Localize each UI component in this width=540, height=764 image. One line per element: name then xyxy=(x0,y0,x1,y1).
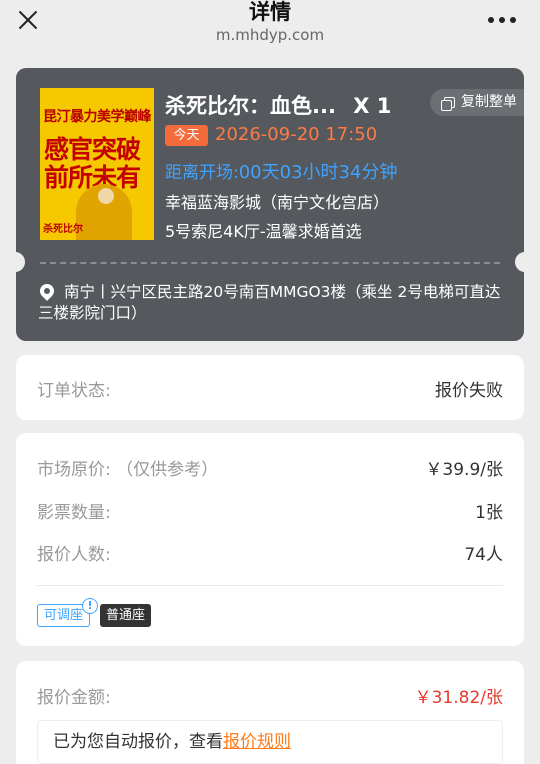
top-bar: 详情 m.mhdyp.com xyxy=(0,0,540,52)
poster-figure xyxy=(76,184,132,240)
copy-order-button[interactable]: 复制整单 xyxy=(430,89,524,116)
poster-title: 杀死比尔 xyxy=(43,224,83,235)
bidders-value: 74人 xyxy=(464,545,503,565)
ticket-notch-left xyxy=(16,252,25,272)
bidders-label: 报价人数: xyxy=(37,545,111,565)
cinema-name: 幸福蓝海影城（南宁文化宫店） xyxy=(165,193,390,212)
today-badge: 今天 xyxy=(165,125,208,146)
hall-name: 5号索尼4K厅-温馨求婚首选 xyxy=(165,222,362,241)
quote-rules-link[interactable]: 报价规则 xyxy=(223,732,291,752)
ticket-quantity: X 1 xyxy=(353,94,392,118)
order-status-value: 报价失败 xyxy=(435,381,503,401)
order-status-card: 订单状态: 报价失败 xyxy=(16,355,524,420)
quote-price-value: ￥31.82/张 xyxy=(414,688,503,708)
page-title: 详情 xyxy=(249,0,291,24)
market-price-value: ￥39.9/张 xyxy=(425,460,503,480)
quote-price-card: 报价金额: ￥31.82/张 已为您自动报价，查看报价规则 xyxy=(16,661,524,764)
movie-poster[interactable]: 昆汀暴力美学巅峰 感官突破 前所未有 杀死比尔 xyxy=(40,88,154,240)
more-options-icon[interactable] xyxy=(488,17,516,23)
ticket-card: 昆汀暴力美学巅峰 感官突破 前所未有 杀死比尔 杀死比尔：血色... X 1 复… xyxy=(16,68,524,341)
ticket-count-value: 1张 xyxy=(475,503,503,523)
info-divider xyxy=(37,585,503,586)
countdown: 距离开场:00天03小时34分钟 xyxy=(165,158,397,184)
auto-quote-notice: 已为您自动报价，查看报价规则 xyxy=(37,720,503,764)
movie-title: 杀死比尔：血色... xyxy=(165,94,336,118)
countdown-label: 距离开场: xyxy=(165,163,239,183)
info-icon[interactable]: ! xyxy=(82,598,98,614)
copy-order-label: 复制整单 xyxy=(461,94,517,110)
movie-name: 杀死比尔：血色... X 1 xyxy=(165,90,391,120)
page-domain: m.mhdyp.com xyxy=(215,26,325,44)
copy-icon xyxy=(441,97,455,111)
poster-tagline: 昆汀暴力美学巅峰 xyxy=(43,109,152,125)
quote-price-label: 报价金额: xyxy=(37,688,111,708)
cinema-address[interactable]: 南宁丨兴宁区民主路20号南百MMGO3楼（乘坐 2号电梯可直达三楼影院门口） xyxy=(38,282,508,324)
auto-quote-text: 已为您自动报价，查看 xyxy=(53,732,223,752)
market-price-label: 市场原价: （仅供参考） xyxy=(37,460,219,480)
order-status-label: 订单状态: xyxy=(37,381,111,401)
ticket-divider xyxy=(40,262,500,264)
countdown-value: 00天03小时34分钟 xyxy=(238,162,398,183)
seat-type-tag: 普通座 xyxy=(100,604,152,627)
ticket-notch-right xyxy=(515,252,524,272)
showtime: 2026-09-20 17:50 xyxy=(215,124,378,145)
ticket-count-label: 影票数量: xyxy=(37,503,111,523)
ticket-info-card: 市场原价: （仅供参考） ￥39.9/张 影票数量: 1张 报价人数: 74人 … xyxy=(16,433,524,646)
